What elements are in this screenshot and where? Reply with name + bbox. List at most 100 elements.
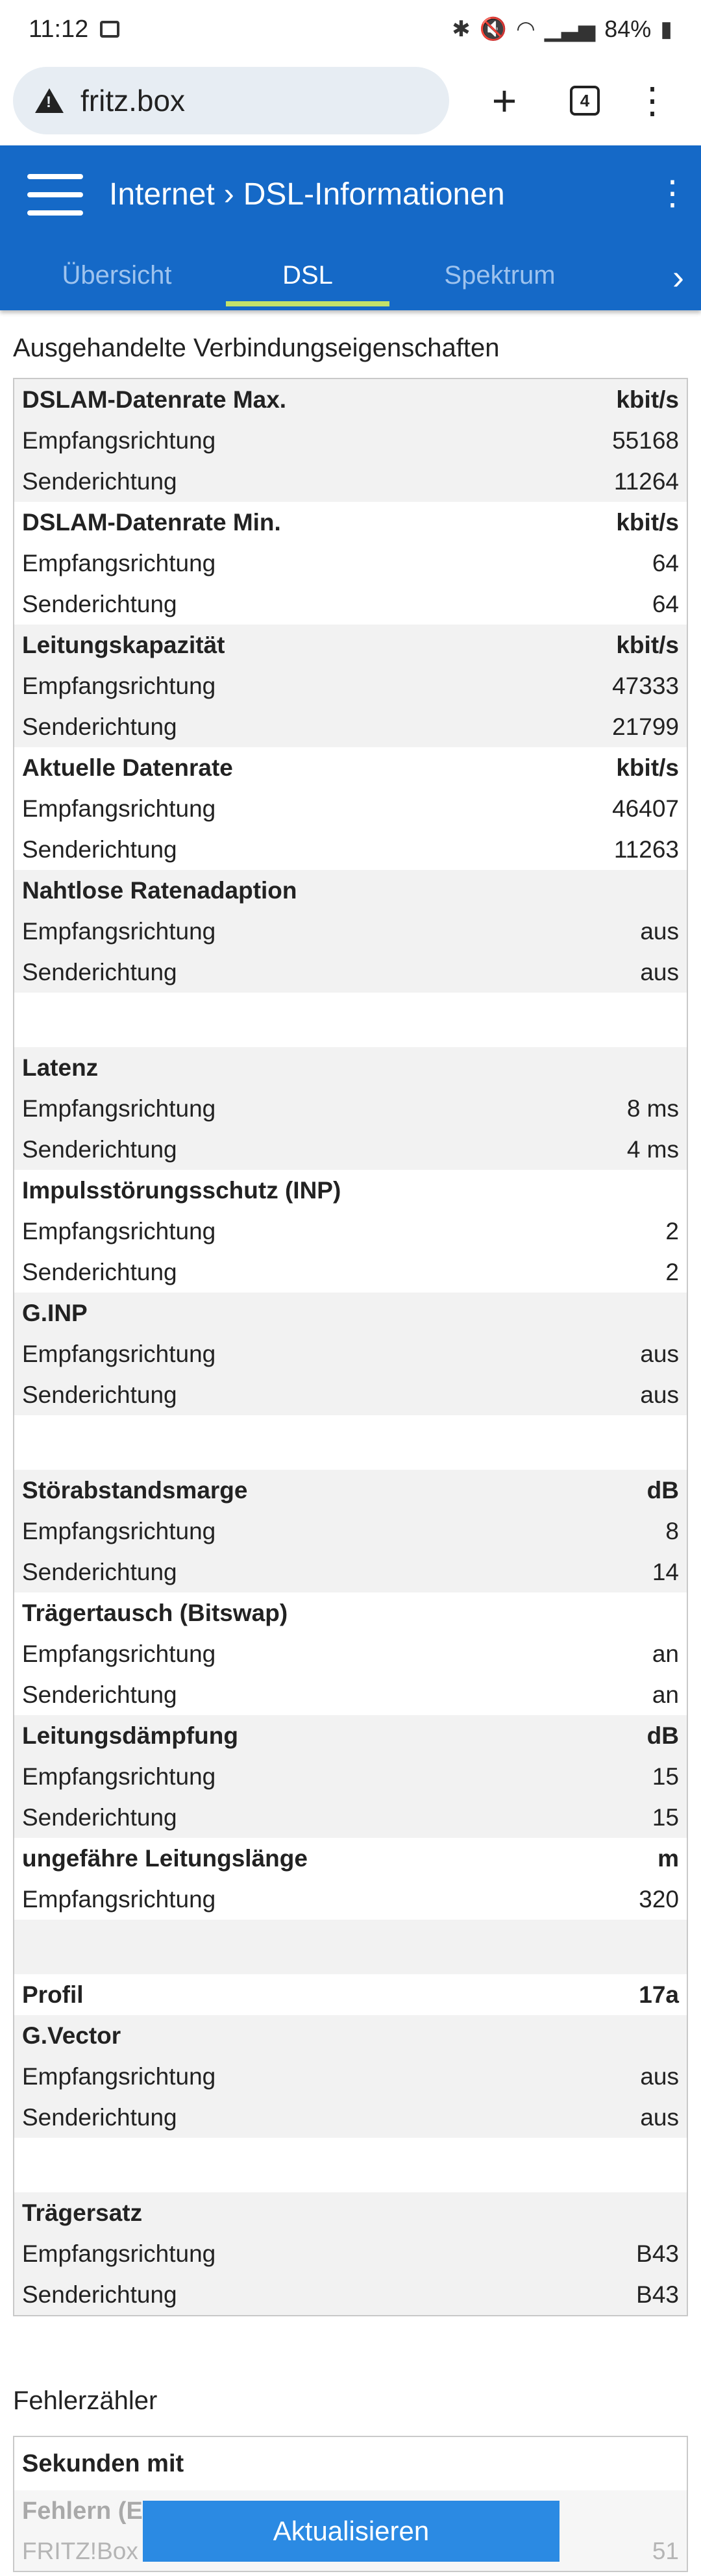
breadcrumb-current: DSL-Informationen <box>243 177 505 212</box>
row-label: Empfangsrichtung <box>22 427 216 454</box>
not-secure-warning-icon[interactable] <box>35 88 64 113</box>
error-table-header: Sekunden mit <box>22 2449 184 2477</box>
row-label: Empfangsrichtung <box>22 795 216 822</box>
row-value: 46407 <box>612 795 679 822</box>
row-value: 15 <box>652 1803 679 1831</box>
row-label: Empfangsrichtung <box>22 672 216 699</box>
browser-menu-button[interactable]: ⋮ <box>630 78 675 123</box>
row-label: ungefähre Leitungslänge <box>22 1844 308 1872</box>
row-value: an <box>652 1681 679 1708</box>
row-value: 4 ms <box>626 1135 679 1163</box>
row-label: Empfangsrichtung <box>22 2062 216 2090</box>
row-value: 55168 <box>612 427 679 454</box>
row-value: 51 <box>652 2538 679 2564</box>
row-value: 64 <box>652 549 679 576</box>
tab-switcher-button[interactable]: 4 <box>562 78 608 123</box>
row-value: 8 <box>665 1517 679 1544</box>
address-bar[interactable]: fritz.box <box>13 67 449 134</box>
wifi-icon: ◠ <box>516 17 535 42</box>
menu-button[interactable] <box>27 174 83 216</box>
table-group-header: ungefähre Leitungslänge m <box>14 1838 687 1879</box>
table-group-header: Störabstandsmarge dB <box>14 1470 687 1511</box>
table-row: Senderichtung aus <box>14 1374 687 1415</box>
section-title-connection: Ausgehandelte Verbindungseigenschaften <box>13 334 500 362</box>
row-label: Senderichtung <box>22 836 177 863</box>
row-label: DSLAM-Datenrate Min. <box>22 508 281 536</box>
table-row: Senderichtung aus <box>14 952 687 993</box>
image-notification-icon <box>100 21 120 38</box>
more-vert-icon: ⋮ <box>656 175 689 212</box>
mute-icon: 🔇 <box>479 17 508 42</box>
update-button[interactable]: Aktualisieren <box>143 2501 560 2562</box>
row-label: G.Vector <box>22 2022 121 2049</box>
row-label: Senderichtung <box>22 467 177 495</box>
row-value: dB <box>646 1722 679 1749</box>
table-row: Senderichtung 64 <box>14 584 687 625</box>
row-label: DSLAM-Datenrate Max. <box>22 386 287 413</box>
table-row: Empfangsrichtung aus <box>14 2056 687 2097</box>
new-tab-button[interactable]: + <box>482 77 527 125</box>
row-value: aus <box>640 958 679 985</box>
tab-uebersicht[interactable]: Übersicht <box>58 261 175 290</box>
row-value: aus <box>640 1381 679 1408</box>
connection-properties-table: DSLAM-Datenrate Max. kbit/s Empfangsrichtu… <box>13 378 688 2316</box>
row-label: Trägertausch (Bitswap) <box>22 1599 288 1626</box>
tab-dsl[interactable]: DSL <box>243 261 373 290</box>
row-value: 2 <box>665 1258 679 1285</box>
table-row: Empfangsrichtung B43 <box>14 2233 687 2274</box>
table-group-header: Nahtlose Ratenadaption <box>14 870 687 911</box>
table-group-header: Latenz <box>14 1047 687 1088</box>
row-value: 15 <box>652 1763 679 1790</box>
row-label: Empfangsrichtung <box>22 1517 216 1544</box>
battery-percent: 84% <box>604 16 652 42</box>
row-label: Senderichtung <box>22 2281 177 2308</box>
row-label: Empfangsrichtung <box>22 549 216 576</box>
row-value: aus <box>640 1340 679 1367</box>
page-menu-button[interactable]: ⋮ <box>656 174 689 213</box>
table-row: Empfangsrichtung aus <box>14 911 687 952</box>
row-label: Profil <box>22 1981 84 2008</box>
row-value: 21799 <box>612 713 679 740</box>
row-label: Empfangsrichtung <box>22 1763 216 1790</box>
row-value: 11264 <box>613 467 679 495</box>
tab-spektrum[interactable]: Spektrum <box>428 261 571 290</box>
table-group-header: Trägersatz <box>14 2192 687 2233</box>
url-text[interactable]: fritz.box <box>80 83 185 118</box>
row-label: Trägersatz <box>22 2199 143 2226</box>
row-label: Störabstandsmarge <box>22 1476 248 1504</box>
table-group-header: Leitungskapazität kbit/s <box>14 625 687 665</box>
table-row: Empfangsrichtung 64 <box>14 543 687 584</box>
table-row: Empfangsrichtung 8 <box>14 1511 687 1552</box>
tabs-scroll-right-button[interactable]: › <box>672 257 684 297</box>
breadcrumb-parent[interactable]: Internet <box>109 177 215 212</box>
row-label: Aktuelle Datenrate <box>22 754 233 781</box>
table-spacer <box>14 1920 687 1974</box>
table-group-header: G.Vector <box>14 2015 687 2056</box>
status-bar: 11:12 ✱ 🔇 ◠ ▁▃▅ 84% ▮ <box>0 0 701 58</box>
row-value: 8 ms <box>626 1095 679 1122</box>
row-label: Latenz <box>22 1054 99 1081</box>
table-group-header: DSLAM-Datenrate Max. kbit/s <box>14 379 687 420</box>
row-value: kbit/s <box>616 631 679 658</box>
table-row: Senderichtung aus <box>14 2097 687 2138</box>
hamburger-icon-line <box>27 192 83 197</box>
row-label: Senderichtung <box>22 1558 177 1585</box>
table-group-header: Trägertausch (Bitswap) <box>14 1592 687 1633</box>
table-row: Senderichtung 11264 <box>14 461 687 502</box>
plus-icon: + <box>491 77 517 125</box>
row-value: B43 <box>636 2240 679 2267</box>
row-label: Empfangsrichtung <box>22 917 216 945</box>
row-label: Impulsstörungsschutz (INP) <box>22 1176 341 1204</box>
table-row: Senderichtung 11263 <box>14 829 687 870</box>
table-group-header: Leitungsdämpfung dB <box>14 1715 687 1756</box>
table-row: Empfangsrichtung 2 <box>14 1211 687 1252</box>
tab-count: 4 <box>570 86 600 116</box>
table-row: Empfangsrichtung 46407 <box>14 788 687 829</box>
table-spacer <box>14 993 687 1047</box>
hamburger-icon-line <box>27 174 83 179</box>
table-row: Senderichtung 2 <box>14 1252 687 1293</box>
app-header: Internet › DSL-Informationen ⋮ Übersicht… <box>0 145 701 310</box>
table-row: Empfangsrichtung aus <box>14 1333 687 1374</box>
section-title-errors: Fehlerzähler <box>13 2386 158 2415</box>
hamburger-icon-line <box>27 210 83 216</box>
